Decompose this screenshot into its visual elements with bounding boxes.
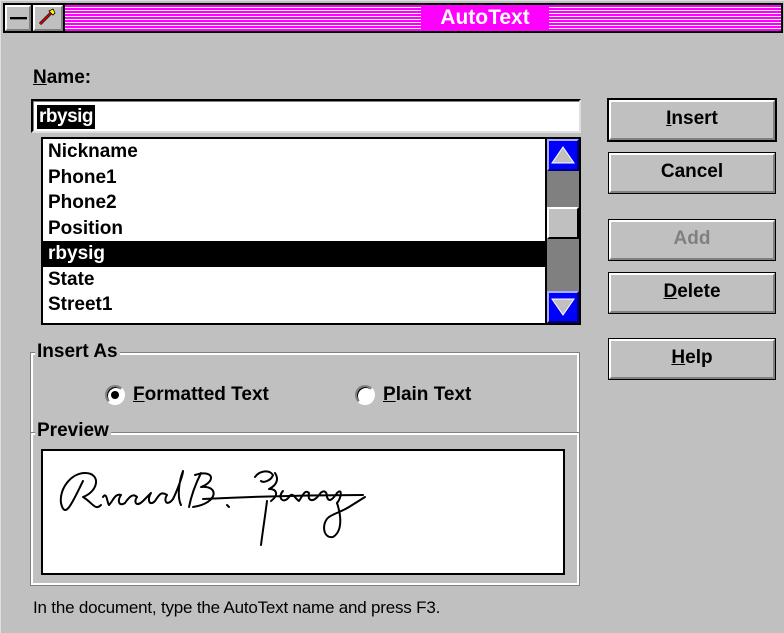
list-item-selected[interactable]: rbysig [43, 241, 547, 267]
formatted-text-option[interactable]: Formatted Text [105, 384, 269, 406]
insert-button[interactable]: Insert [609, 100, 775, 140]
signature-preview [41, 449, 565, 575]
formatted-text-radio[interactable] [105, 385, 125, 405]
list-item[interactable]: Phone1 [43, 165, 547, 191]
name-label-mnemonic: N [33, 67, 47, 88]
window-title: AutoText [421, 5, 549, 31]
system-menu-button[interactable] [5, 5, 31, 31]
formatted-text-mnemonic: F [133, 384, 145, 405]
list-item[interactable]: State [43, 267, 547, 293]
scroll-down-button[interactable] [547, 291, 579, 323]
delete-button[interactable]: Delete [609, 273, 775, 313]
scroll-up-button[interactable] [547, 139, 579, 171]
help-button[interactable]: Help [609, 339, 775, 379]
list-item[interactable]: Street1 [43, 292, 547, 318]
name-label: Name: [33, 67, 91, 89]
help-button-mnemonic: H [671, 347, 686, 368]
hint-text: In the document, type the AutoText name … [33, 598, 441, 617]
list-item[interactable]: Nickname [43, 139, 547, 165]
delete-button-mnemonic: D [663, 281, 678, 302]
add-button[interactable]: Add [609, 220, 775, 260]
up-arrow-icon [551, 146, 575, 164]
name-input-value: rbysig [37, 105, 96, 129]
down-arrow-icon [551, 298, 575, 316]
name-label-rest: ame: [46, 67, 92, 88]
wand-icon [33, 5, 63, 31]
plain-text-mnemonic: P [383, 384, 396, 405]
title-bar[interactable]: AutoText [3, 3, 783, 33]
list-scrollbar[interactable] [545, 139, 579, 323]
scroll-thumb[interactable] [547, 207, 579, 239]
help-button-label-rest: elp [685, 347, 713, 368]
delete-button-label-rest: elete [677, 281, 721, 302]
cancel-button[interactable]: Cancel [609, 153, 775, 193]
preview-label: Preview [35, 420, 111, 442]
autotext-list: Nickname Phone1 Phone2 Position rbysig S… [43, 139, 547, 318]
list-item[interactable]: Position [43, 216, 547, 242]
insert-button-label-rest: nsert [671, 108, 718, 129]
autotext-listbox[interactable]: Nickname Phone1 Phone2 Position rbysig S… [41, 137, 581, 325]
insert-as-label: Insert As [35, 341, 120, 363]
name-input[interactable]: rbysig [31, 99, 581, 133]
autotext-dialog: AutoText Name: rbysig Nickname Phone1 Ph… [0, 0, 784, 633]
plain-text-label: Plain Text [383, 384, 471, 406]
formatted-text-label-rest: ormatted Text [144, 384, 269, 405]
signature-image [59, 470, 366, 546]
formatted-text-label: Formatted Text [133, 384, 269, 406]
title-bar-stripes: AutoText [65, 5, 781, 31]
plain-text-radio[interactable] [355, 385, 375, 405]
wand-icon-graphic [38, 8, 56, 26]
list-item[interactable]: Phone2 [43, 190, 547, 216]
plain-text-label-rest: lain Text [395, 384, 472, 405]
system-menu-icon [10, 17, 27, 20]
plain-text-option[interactable]: Plain Text [355, 384, 471, 406]
